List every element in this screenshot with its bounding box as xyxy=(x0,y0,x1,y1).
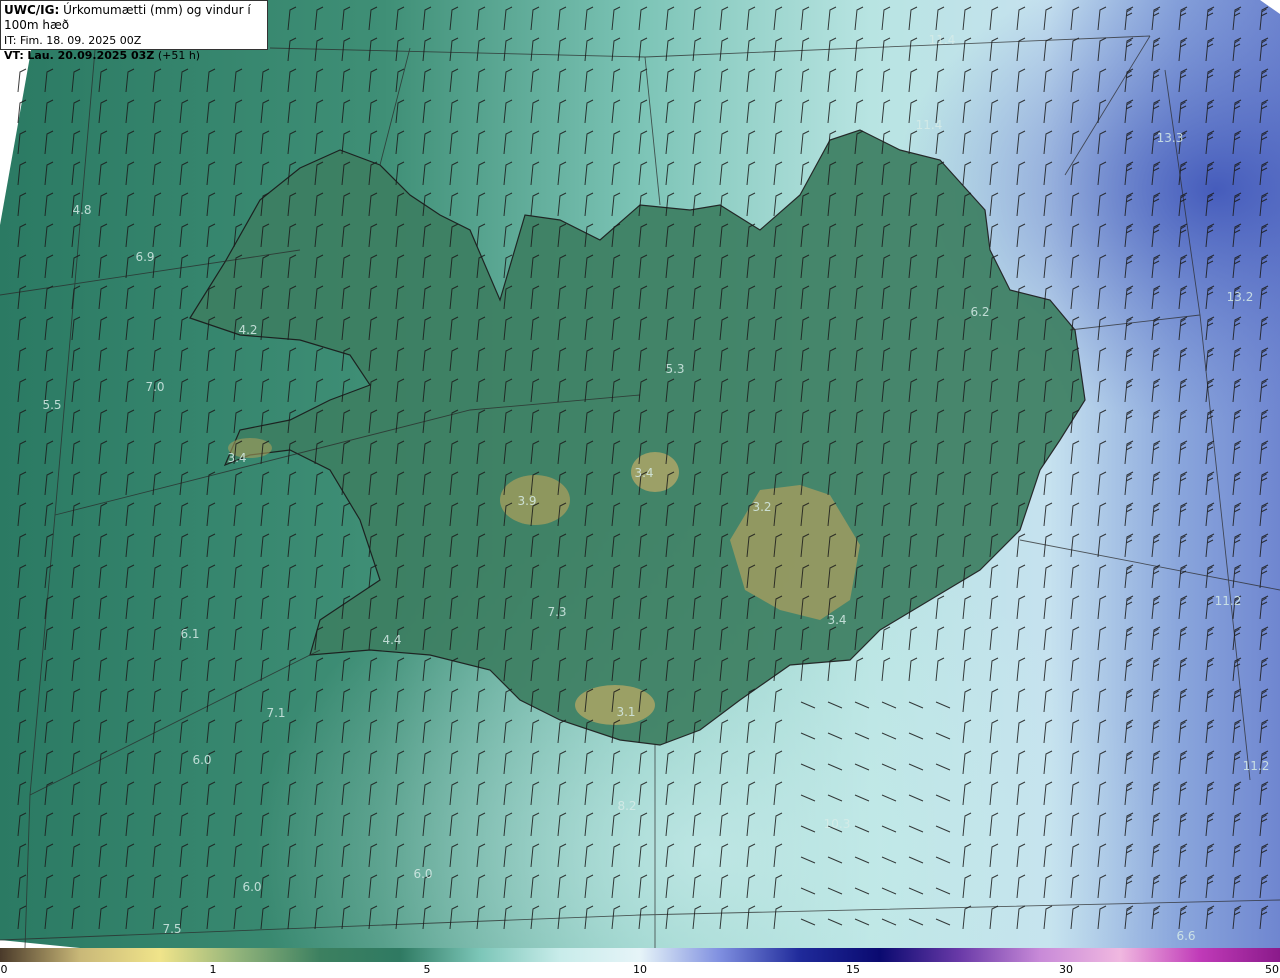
value-label: 8.2 xyxy=(617,799,637,813)
value-label: 13.3 xyxy=(1156,131,1184,145)
value-label: 3.4 xyxy=(634,466,654,480)
value-label: 6.0 xyxy=(413,867,433,881)
value-label: 6.9 xyxy=(135,250,155,264)
value-label: 7.5 xyxy=(162,922,182,936)
value-label: 3.4 xyxy=(827,613,847,627)
value-label: 6.0 xyxy=(242,880,262,894)
colorbar-tick: 5 xyxy=(423,963,431,976)
value-label: 3.9 xyxy=(517,494,537,508)
colorbar-tick: 0 xyxy=(0,963,8,976)
value-label: 11.2 xyxy=(1242,759,1270,773)
colorbar xyxy=(0,948,1280,962)
value-layer: 4.8 6.9 4.2 7.0 5.5 3.4 3.9 3.4 5.3 6.2 … xyxy=(0,0,1280,948)
colorbar-tick: 10 xyxy=(633,963,647,976)
value-label: 6.6 xyxy=(1176,929,1196,943)
value-label: 6.2 xyxy=(970,305,990,319)
value-label: 6.1 xyxy=(180,627,200,641)
value-label: 11.4 xyxy=(915,118,943,132)
value-label: 3.4 xyxy=(227,451,247,465)
colorbar-tick: 1 xyxy=(209,963,217,976)
value-label: 4.4 xyxy=(382,633,402,647)
value-label: 7.1 xyxy=(266,706,286,720)
value-label: 4.8 xyxy=(72,203,92,217)
value-label: 3.1 xyxy=(616,705,636,719)
value-label: 7.3 xyxy=(547,605,567,619)
colorbar-labels: 0 1 5 10 15 30 50 xyxy=(0,962,1280,978)
value-label: 11.4 xyxy=(928,33,956,47)
value-label: 5.3 xyxy=(665,362,685,376)
colorbar-tick: 30 xyxy=(1059,963,1073,976)
value-label: 11.2 xyxy=(1214,594,1242,608)
value-label: 4.2 xyxy=(238,323,258,337)
colorbar-tick: 15 xyxy=(846,963,860,976)
value-label: 10.3 xyxy=(823,817,851,831)
value-label: 3.2 xyxy=(752,500,772,514)
value-label: 6.0 xyxy=(192,753,212,767)
value-label: 13.2 xyxy=(1226,290,1254,304)
colorbar-tick: 50 xyxy=(1265,963,1279,976)
value-label: 5.5 xyxy=(42,398,62,412)
value-label: 7.0 xyxy=(145,380,165,394)
